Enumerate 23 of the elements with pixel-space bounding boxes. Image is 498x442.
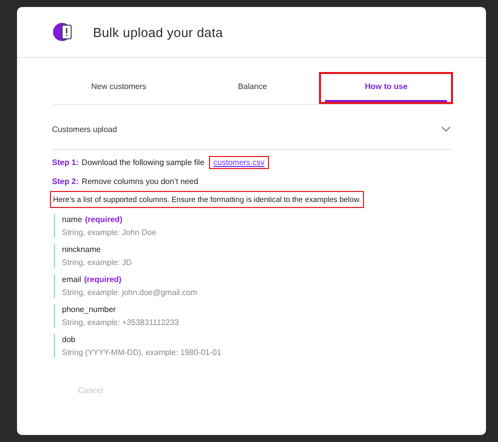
chevron-icon[interactable] [441,126,451,132]
column-name: name [62,215,82,224]
required-label: (required) [84,275,122,284]
column-description: String, example: john.doe@gmail.com [62,288,198,297]
file-link[interactable]: customers.csv [209,156,269,169]
step-label: Step 2: [52,177,79,186]
column-name: email [62,275,82,284]
column-description: String, example: +353831112233 [62,318,180,327]
step-label: Step 1: [52,158,79,167]
dialog-title: Bulk upload your data [93,24,223,40]
column-name: ninckname [62,245,101,254]
column-description: String, example: JD [62,258,133,267]
section-title[interactable]: Customers upload [52,124,117,134]
column-name: dob [62,335,76,344]
document-alert-icon [52,22,74,42]
tab[interactable]: Balance [192,77,314,102]
column-description: String (YYYY-MM-DD), example: 1980-01-01 [62,348,222,357]
column-name: phone_number [62,305,116,314]
tab[interactable]: New customers [58,77,180,102]
required-label: (required) [85,215,122,224]
step-text: Download the following sample file [82,158,204,167]
step-text: Remove columns you don’t need [82,177,198,186]
column-description: String, example: John Doe [62,228,158,237]
